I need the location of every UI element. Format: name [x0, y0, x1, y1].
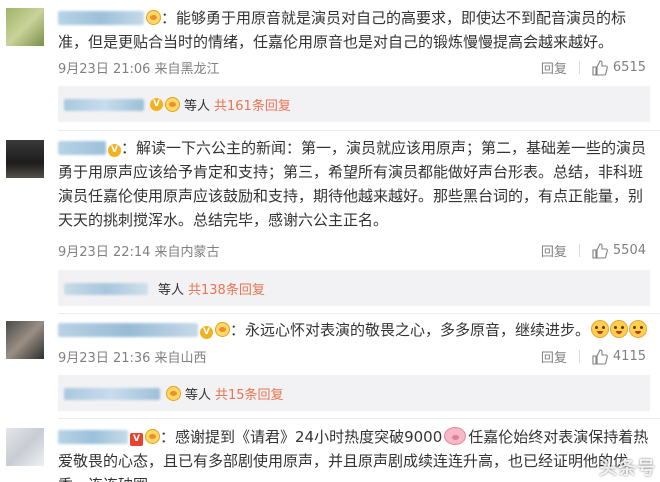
fan-medal-icon	[215, 322, 230, 337]
reply-preview[interactable]: V 等人 共161条回复	[58, 86, 650, 122]
reply-preview[interactable]: 等人 共138条回复	[58, 270, 650, 306]
comment-text: V ：永远心怀对表演的敬畏之心，多多原音，继续进步。	[58, 318, 654, 342]
avatar[interactable]	[6, 140, 44, 178]
emoji-icon	[610, 320, 629, 338]
fan-medal-icon	[146, 10, 161, 25]
like-count: 6515	[612, 60, 646, 75]
comment-meta: 9月23日 22:14 来自内蒙古	[58, 245, 220, 260]
comment-actions: 回复 4115	[541, 347, 646, 366]
verified-icon: V	[108, 144, 121, 157]
verified-icon: V	[200, 326, 213, 339]
thumbs-up-icon[interactable]	[592, 242, 608, 259]
reply-username[interactable]	[64, 98, 144, 111]
comment-text: V ：感谢提到《请君》24小时热度突破9000 任嘉伦始终对表演保持着热爱敬畏的心态…	[58, 427, 649, 482]
thumbs-up-icon[interactable]	[592, 348, 608, 365]
username[interactable]	[58, 323, 198, 337]
avatar[interactable]	[6, 428, 44, 466]
comment-text: V ：解读一下六公主的新闻：第一，演员就应该用原声；第二，基础差一些的演员勇于用原…	[58, 139, 647, 229]
like-count: 5504	[612, 243, 646, 258]
comment-meta: 9月23日 21:06 来自黑龙江	[58, 62, 220, 77]
divider	[58, 130, 660, 131]
divider	[578, 350, 580, 363]
avatar[interactable]	[6, 8, 44, 46]
username[interactable]	[58, 141, 106, 155]
fan-medal-icon	[145, 429, 160, 444]
reply-button[interactable]: 回复	[541, 347, 567, 366]
reply-button[interactable]: 回复	[541, 241, 567, 260]
emoji-icon	[629, 320, 648, 338]
divider	[58, 313, 660, 314]
view-replies-link[interactable]: 共161条回复	[214, 95, 291, 114]
comment-actions: 回复 6515	[541, 58, 646, 77]
comment-text: ：能够勇于用原音就是演员对自己的高要求，即使达不到配音演员的标准，但是更贴合当时…	[58, 9, 627, 51]
view-replies-link[interactable]: 共138条回复	[188, 279, 265, 298]
reply-username[interactable]	[64, 282, 148, 295]
verified-icon: V	[150, 98, 163, 111]
username[interactable]	[58, 430, 128, 444]
view-replies-link[interactable]: 共15条回复	[215, 384, 284, 403]
thumbs-up-icon[interactable]	[592, 59, 608, 76]
watermark: 头条号	[599, 458, 656, 479]
reply-preview[interactable]: 等人 共15条回复	[58, 375, 650, 411]
divider	[578, 61, 580, 74]
fan-medal-icon	[165, 97, 180, 112]
like-count: 4115	[612, 349, 646, 364]
reply-username[interactable]	[64, 387, 160, 400]
pig-emoji-icon	[444, 427, 467, 445]
username[interactable]	[58, 11, 144, 25]
divider	[578, 244, 580, 257]
comment-meta: 9月23日 21:36 来自山西	[58, 351, 207, 366]
fan-medal-icon	[166, 386, 181, 401]
emoji-icon	[591, 320, 610, 338]
reply-button[interactable]: 回复	[541, 58, 567, 77]
avatar[interactable]	[6, 321, 44, 359]
comment-actions: 回复 5504	[541, 241, 646, 260]
verified-icon: V	[130, 433, 143, 446]
divider	[58, 418, 660, 419]
